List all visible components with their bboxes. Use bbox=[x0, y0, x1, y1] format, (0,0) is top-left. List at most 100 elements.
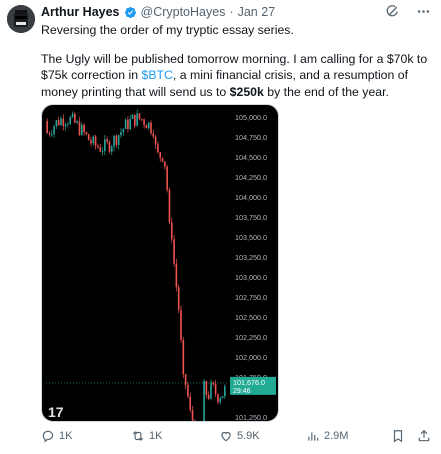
like-count: 5.9K bbox=[237, 430, 260, 442]
repost-button[interactable]: 1K bbox=[131, 429, 162, 443]
share-button[interactable] bbox=[417, 429, 431, 443]
candle-body bbox=[92, 136, 95, 144]
candle-body bbox=[180, 309, 182, 340]
candle-body bbox=[113, 135, 115, 147]
like-button[interactable]: 5.9K bbox=[219, 429, 260, 443]
repost-count: 1K bbox=[149, 430, 163, 442]
candle-body bbox=[147, 122, 150, 129]
candle-body bbox=[80, 124, 83, 135]
price-axis-label: 101,250.0 bbox=[235, 413, 267, 421]
current-price-countdown: 29:46 bbox=[233, 388, 251, 395]
candle-body bbox=[138, 113, 141, 119]
views-count: 2.9M bbox=[324, 430, 349, 442]
candle-body bbox=[85, 132, 88, 135]
candle-body bbox=[117, 135, 120, 145]
author-name[interactable]: Arthur Hayes bbox=[41, 5, 120, 19]
tweet-text: Reversing the order of my tryptic essay … bbox=[41, 22, 431, 100]
candle-body bbox=[94, 136, 97, 146]
candle-body bbox=[212, 382, 215, 385]
price-axis-label: 102,250.0 bbox=[235, 333, 267, 342]
tweet: Arthur Hayes @CryptoHayes · Jan 27 Rever… bbox=[0, 0, 441, 454]
candle-body bbox=[104, 139, 106, 152]
candle-body bbox=[182, 339, 185, 375]
candle-body bbox=[134, 114, 136, 126]
candle-body bbox=[203, 381, 205, 421]
candle-body bbox=[78, 121, 81, 135]
candle-body bbox=[219, 398, 222, 403]
more-icon[interactable] bbox=[416, 4, 431, 19]
candle-body bbox=[152, 133, 155, 137]
candle-body bbox=[217, 394, 219, 403]
avatar[interactable] bbox=[7, 5, 35, 33]
candle-body bbox=[122, 129, 125, 133]
candle-body bbox=[124, 119, 127, 130]
price-axis-label: 103,250.0 bbox=[235, 253, 267, 262]
candle-body bbox=[224, 386, 226, 397]
candle-body bbox=[115, 135, 118, 145]
candle-body bbox=[191, 410, 194, 421]
candle-body bbox=[99, 147, 102, 152]
candle-body bbox=[170, 222, 173, 240]
candle-body bbox=[60, 118, 62, 126]
bold-amount: $250k bbox=[229, 84, 264, 99]
candle-body bbox=[159, 152, 162, 158]
candle-body bbox=[177, 287, 180, 310]
price-axis-label: 103,500.0 bbox=[235, 233, 267, 242]
candle-body bbox=[57, 120, 60, 126]
candle-body bbox=[55, 120, 58, 127]
chart-image[interactable]: 105,000.0 104,750.0 104,500.0 104,250.0 104,… bbox=[41, 104, 279, 422]
grok-icon[interactable] bbox=[385, 4, 400, 19]
candle-body bbox=[145, 125, 148, 129]
price-axis-label: 104,000.0 bbox=[235, 193, 267, 202]
candle-body bbox=[71, 113, 74, 118]
candle-body bbox=[157, 144, 159, 153]
price-axis-label: 104,750.0 bbox=[235, 133, 267, 142]
price-axis-label: 102,750.0 bbox=[235, 293, 267, 302]
candle-body bbox=[184, 374, 187, 385]
action-bar: 1K 1K 5.9K 2.9M bbox=[41, 427, 433, 445]
candle-body bbox=[97, 145, 99, 148]
cashtag-link[interactable]: $BTC bbox=[141, 68, 172, 82]
candle-body bbox=[168, 189, 171, 223]
candle-body bbox=[87, 134, 90, 141]
reply-count: 1K bbox=[59, 430, 73, 442]
price-axis-label: 102,500.0 bbox=[235, 313, 267, 322]
price-axis-label: 105,000.0 bbox=[235, 113, 267, 122]
candle-body bbox=[205, 381, 208, 395]
repost-icon bbox=[132, 431, 144, 441]
share-icon bbox=[418, 429, 430, 442]
current-price-label: 101,676.0 bbox=[233, 378, 265, 387]
candle-body bbox=[166, 166, 168, 190]
reply-icon bbox=[42, 430, 54, 443]
bookmark-button[interactable] bbox=[391, 429, 405, 443]
tradingview-logo: 17 bbox=[48, 404, 64, 420]
price-axis-label: 104,250.0 bbox=[235, 173, 267, 182]
bookmark-icon bbox=[393, 430, 403, 443]
candle-body bbox=[189, 396, 192, 411]
candle-body bbox=[110, 146, 113, 152]
candle-body bbox=[221, 396, 224, 399]
reply-button[interactable]: 1K bbox=[41, 429, 72, 443]
candle-body bbox=[175, 263, 178, 288]
candle-body bbox=[50, 134, 53, 136]
candle-body bbox=[101, 151, 104, 153]
candle-body bbox=[131, 114, 134, 120]
candle-body bbox=[67, 123, 69, 125]
candle-body bbox=[136, 113, 138, 126]
candle-body bbox=[214, 384, 217, 395]
candle-body bbox=[46, 121, 48, 134]
candle-body bbox=[106, 139, 108, 142]
candle-body bbox=[108, 141, 111, 152]
candle-body bbox=[143, 119, 145, 126]
tweet-text-part: by the end of the year. bbox=[263, 84, 389, 99]
author-handle[interactable]: @CryptoHayes bbox=[141, 5, 226, 19]
like-icon bbox=[221, 431, 231, 442]
views-icon bbox=[308, 432, 319, 441]
candle-body bbox=[129, 119, 132, 130]
tweet-date[interactable]: Jan 27 bbox=[238, 5, 276, 19]
price-axis-label: 104,500.0 bbox=[235, 153, 267, 162]
candle-body bbox=[164, 161, 166, 167]
views-button[interactable]: 2.9M bbox=[306, 429, 348, 443]
tweet-header: Arthur Hayes @CryptoHayes · Jan 27 bbox=[41, 4, 275, 20]
tweet-paragraph-2: The Ugly will be published tomorrow morn… bbox=[41, 51, 431, 101]
